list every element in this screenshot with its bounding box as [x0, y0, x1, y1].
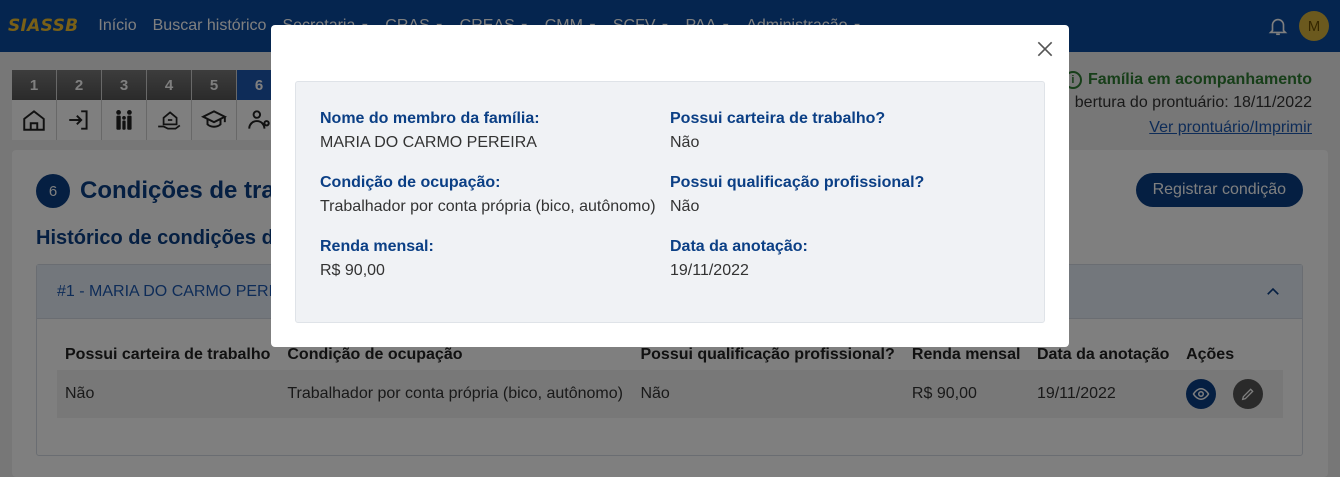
field-member-name: Nome do membro da família: MARIA DO CARM… — [320, 110, 540, 152]
field-value: Não — [670, 134, 700, 151]
field-value: Não — [670, 198, 700, 215]
field-note-date: Data da anotação: 19/11/2022 — [670, 238, 808, 280]
field-label: Data da anotação: — [670, 238, 808, 255]
field-label: Possui qualificação profissional? — [670, 174, 925, 191]
field-value: 19/11/2022 — [670, 262, 749, 279]
field-income: Renda mensal: R$ 90,00 — [320, 238, 434, 280]
field-work-card: Possui carteira de trabalho? Não — [670, 110, 885, 152]
field-value: MARIA DO CARMO PEREIRA — [320, 134, 537, 151]
close-icon[interactable] — [1035, 39, 1055, 59]
field-qualification: Possui qualificação profissional? Não — [670, 174, 924, 216]
condition-detail-modal: Nome do membro da família: MARIA DO CARM… — [271, 25, 1069, 347]
field-value: Trabalhador por conta própria (bico, aut… — [320, 198, 656, 215]
field-label: Nome do membro da família: — [320, 110, 540, 127]
field-label: Possui carteira de trabalho? — [670, 110, 886, 127]
field-label: Condição de ocupação: — [320, 174, 501, 191]
field-occupation: Condição de ocupação: Trabalhador por co… — [320, 174, 656, 216]
detail-panel: Nome do membro da família: MARIA DO CARM… — [295, 81, 1045, 323]
field-label: Renda mensal: — [320, 238, 434, 255]
field-value: R$ 90,00 — [320, 262, 385, 279]
